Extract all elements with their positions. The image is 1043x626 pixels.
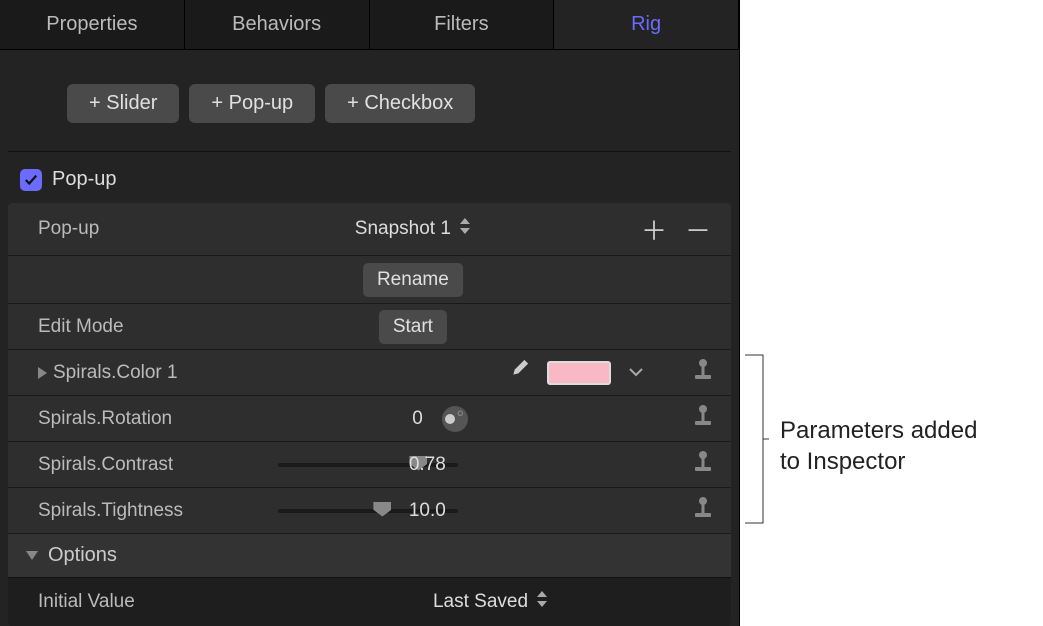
- edit-mode-label: Edit Mode: [38, 316, 268, 338]
- chevron-down-icon[interactable]: [629, 364, 643, 382]
- tab-rig[interactable]: Rig: [554, 0, 739, 49]
- rename-button[interactable]: Rename: [363, 263, 463, 297]
- degree-unit: °: [457, 408, 465, 430]
- joystick-icon[interactable]: [693, 496, 713, 525]
- add-popup-button[interactable]: + Pop-up: [189, 84, 315, 123]
- eyedropper-icon[interactable]: [507, 359, 529, 386]
- popup-section-header: Pop-up: [0, 152, 739, 203]
- initial-value-label: Initial Value: [38, 591, 268, 613]
- callout-text: Parameters added to Inspector: [780, 415, 977, 477]
- add-slider-button[interactable]: + Slider: [67, 84, 179, 123]
- color-swatch[interactable]: [547, 361, 611, 385]
- popup-label: Pop-up: [38, 218, 268, 240]
- edit-mode-row: Edit Mode Start: [8, 303, 731, 349]
- popup-snapshot-row: Pop-up Snapshot 1 ＋ －: [8, 203, 731, 255]
- rotation-row: Spirals.Rotation 0 °: [8, 395, 731, 441]
- check-icon: [24, 173, 38, 187]
- tab-behaviors[interactable]: Behaviors: [185, 0, 370, 49]
- joystick-icon[interactable]: [693, 450, 713, 479]
- remove-snapshot-button[interactable]: －: [683, 211, 713, 248]
- callout-bracket: [745, 354, 769, 524]
- rotation-label: Spirals.Rotation: [38, 408, 268, 430]
- start-button[interactable]: Start: [379, 310, 447, 344]
- joystick-icon[interactable]: [693, 358, 713, 387]
- tightness-label: Spirals.Tightness: [38, 500, 268, 522]
- tab-bar: Properties Behaviors Filters Rig: [0, 0, 739, 50]
- popup-enable-checkbox[interactable]: [20, 169, 42, 191]
- add-snapshot-button[interactable]: ＋: [639, 211, 669, 248]
- tab-filters[interactable]: Filters: [370, 0, 555, 49]
- tightness-row: Spirals.Tightness 10.0: [8, 487, 731, 533]
- color-row: Spirals.Color 1: [8, 349, 731, 395]
- disclosure-right-icon[interactable]: [38, 367, 47, 379]
- add-checkbox-button[interactable]: + Checkbox: [325, 84, 475, 123]
- rotation-value[interactable]: 0: [391, 408, 445, 430]
- tightness-value[interactable]: 10.0: [400, 500, 454, 522]
- callout-line-2: to Inspector: [780, 446, 977, 477]
- widget-button-row: + Slider + Pop-up + Checkbox: [67, 84, 695, 123]
- tab-properties[interactable]: Properties: [0, 0, 185, 49]
- disclosure-down-icon: [26, 551, 38, 560]
- contrast-row: Spirals.Contrast 0.78: [8, 441, 731, 487]
- section-title: Pop-up: [52, 168, 117, 191]
- inspector-panel: Properties Behaviors Filters Rig + Slide…: [0, 0, 740, 626]
- options-header[interactable]: Options: [8, 533, 731, 577]
- contrast-label: Spirals.Contrast: [38, 454, 268, 476]
- callout-line-1: Parameters added: [780, 415, 977, 446]
- rename-row: Rename: [8, 255, 731, 303]
- options-title: Options: [48, 544, 117, 567]
- parameters-block: Pop-up Snapshot 1 ＋ － Rename: [8, 203, 731, 533]
- initial-value-select[interactable]: Last Saved: [433, 590, 548, 614]
- initial-value-text: Last Saved: [433, 591, 528, 613]
- slider-thumb-icon[interactable]: [373, 502, 391, 517]
- stepper-arrows-icon: [536, 590, 548, 614]
- color-label: Spirals.Color 1: [53, 362, 178, 384]
- contrast-value[interactable]: 0.78: [400, 454, 454, 476]
- joystick-icon[interactable]: [693, 404, 713, 433]
- initial-value-row: Initial Value Last Saved: [8, 577, 731, 626]
